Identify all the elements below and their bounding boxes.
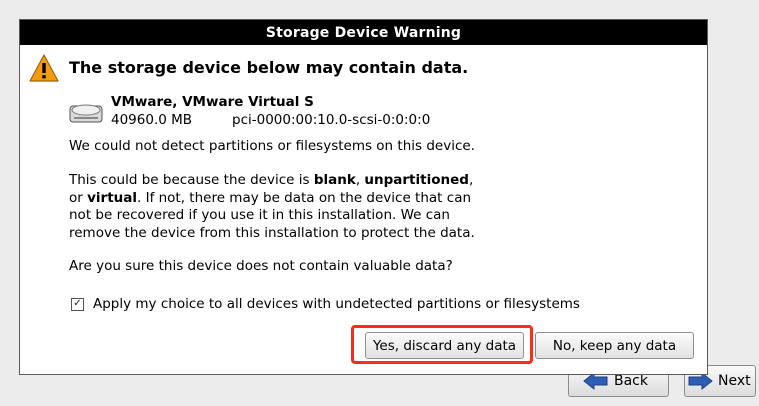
- apply-all-checkbox[interactable]: ✓: [71, 297, 84, 311]
- dialog-headline: The storage device below may contain dat…: [69, 58, 469, 77]
- no-keep-button[interactable]: No, keep any data: [535, 332, 694, 359]
- explanation-text: not be recovered if you use it in this i…: [69, 207, 450, 223]
- next-button-label: Next: [718, 373, 751, 389]
- explanation-virtual: virtual: [87, 189, 137, 206]
- explanation-blank: blank: [313, 172, 356, 188]
- explanation-text: . If not, there may be data on the devic…: [137, 189, 472, 206]
- explanation-unpartitioned: unpartitioned: [364, 172, 469, 188]
- explanation-text: ,: [468, 172, 474, 188]
- explanation-text: remove the device from this installation…: [69, 224, 475, 241]
- yes-discard-button[interactable]: Yes, discard any data: [365, 332, 524, 359]
- message-no-partitions: We could not detect partitions or filesy…: [69, 138, 475, 154]
- explanation-text: This could be because the device is: [69, 172, 314, 188]
- explanation-text: or: [69, 189, 88, 206]
- back-button-label: Back: [614, 373, 648, 389]
- dialog-title: Storage Device Warning: [20, 20, 707, 45]
- apply-all-checkbox-row[interactable]: ✓ Apply my choice to all devices with un…: [71, 296, 580, 312]
- device-path: pci-0000:00:10.0-scsi-0:0:0:0: [232, 112, 431, 128]
- apply-all-label[interactable]: Apply my choice to all devices with unde…: [93, 296, 580, 312]
- device-size: 40960.0 MB: [111, 112, 193, 128]
- installer-screen: Back Next Storage Device Warning The sto…: [0, 0, 759, 406]
- hard-disk-icon: [69, 104, 103, 123]
- confirm-question: Are you sure this device does not contai…: [69, 258, 453, 274]
- device-name: VMware, VMware Virtual S: [111, 94, 314, 110]
- storage-warning-dialog: Storage Device Warning The storage devic…: [19, 19, 708, 375]
- checkmark-icon: ✓: [73, 298, 82, 309]
- message-explanation: This could be because the device is blan…: [69, 172, 475, 242]
- warning-icon: [29, 54, 59, 82]
